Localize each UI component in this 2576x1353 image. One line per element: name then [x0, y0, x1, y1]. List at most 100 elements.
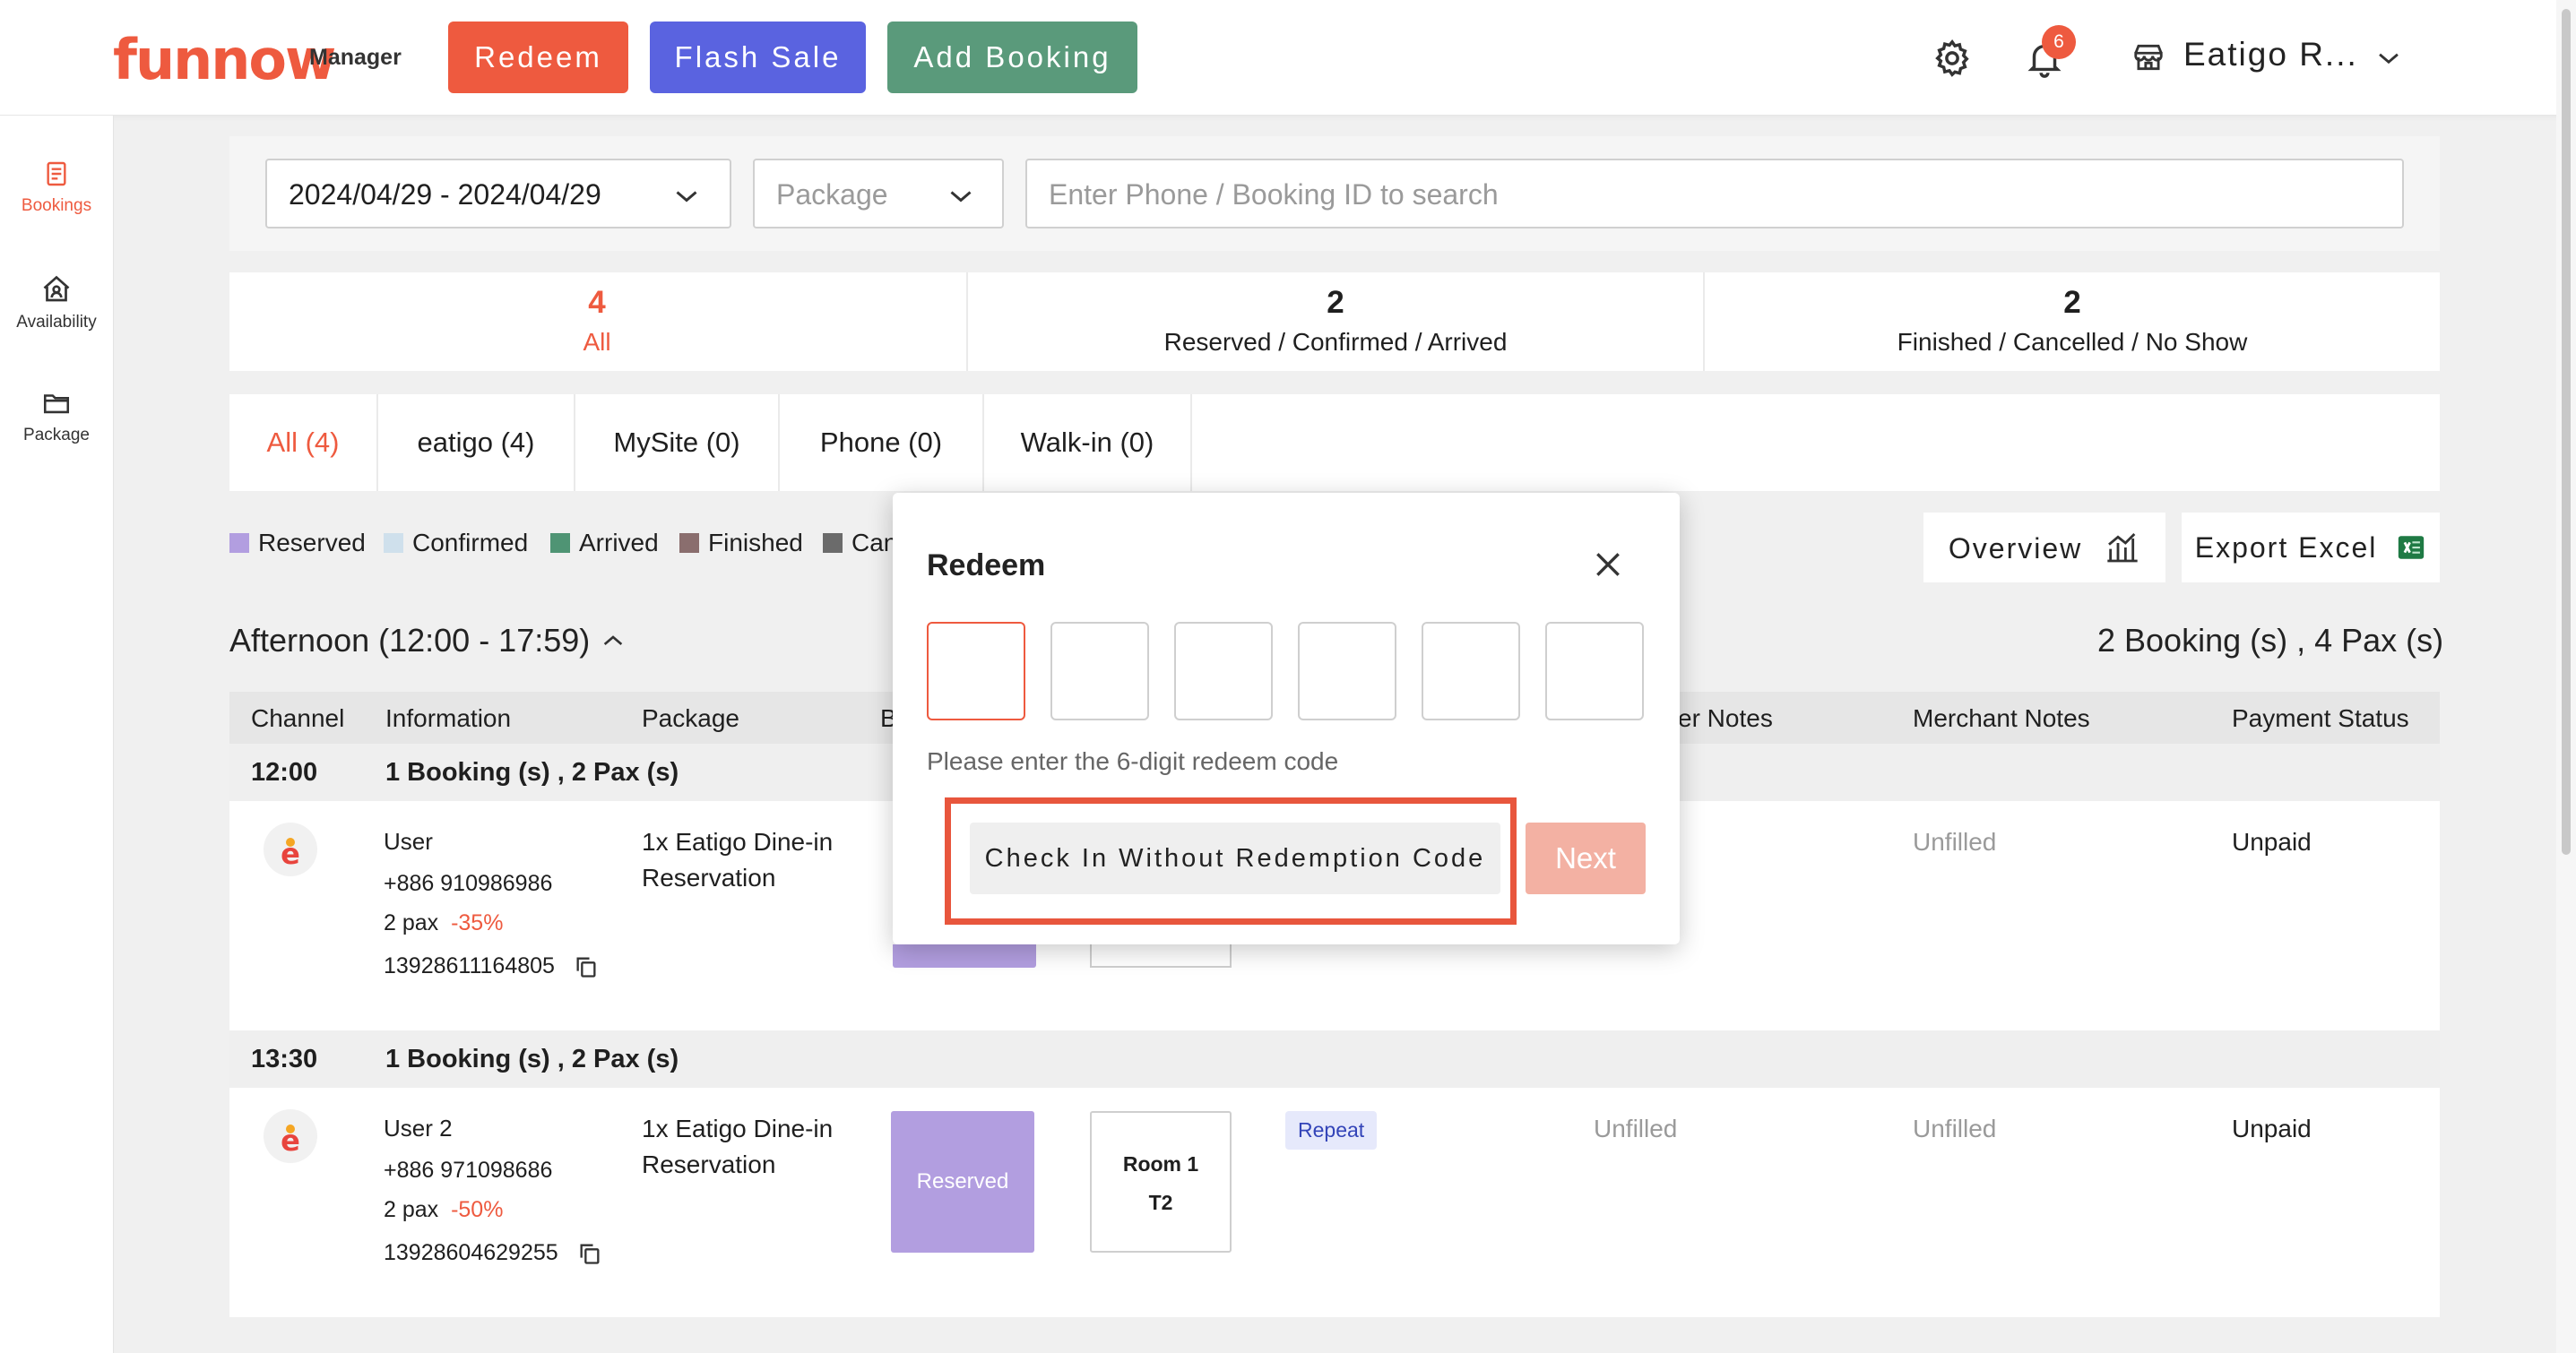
house-user-icon — [43, 275, 70, 302]
table-row[interactable]: e User 2 +886 971098686 2 pax -50% 13928… — [229, 1088, 2440, 1317]
customer-phone: +886 971098686 — [384, 1158, 553, 1183]
close-icon[interactable] — [1590, 547, 1626, 582]
tab-eatigo[interactable]: eatigo (4) — [378, 394, 575, 491]
redeem-button[interactable]: Redeem — [448, 22, 628, 93]
code-digit-5-input[interactable] — [1422, 622, 1520, 720]
sidebar-item-package[interactable]: Package — [0, 388, 113, 445]
overview-label: Overview — [1948, 532, 2083, 564]
pax-info: 2 pax -35% — [384, 910, 504, 935]
stat-reserved-confirmed-arrived[interactable]: 2 Reserved / Confirmed / Arrived — [968, 272, 1703, 371]
slot-summary: 1 Booking (s) , 2 Pax (s) — [385, 1045, 679, 1073]
customer-phone: +886 910986986 — [384, 871, 553, 896]
brand-logo[interactable]: funnow — [113, 27, 336, 92]
code-digit-3-input[interactable] — [1174, 622, 1273, 720]
package-name: 1x Eatigo Dine-in — [642, 828, 834, 856]
room-table-box[interactable]: Room 1 T2 — [1090, 1111, 1232, 1253]
package-name: 1x Eatigo Dine-in — [642, 1115, 834, 1142]
sidebar-item-label: Availability — [16, 313, 97, 332]
code-digit-2-input[interactable] — [1050, 622, 1149, 720]
export-excel-button[interactable]: Export Excel — [2182, 513, 2440, 582]
sidebar-item-bookings[interactable]: Bookings — [0, 159, 113, 216]
stat-all[interactable]: 4 All — [229, 272, 964, 371]
stat-label: Reserved / Confirmed / Arrived — [1163, 328, 1508, 356]
sidebar-item-availability[interactable]: Availability — [0, 273, 113, 332]
legend-finished: Finished — [679, 529, 803, 557]
column-header: Payment Status — [2232, 704, 2409, 732]
stat-count: 2 — [1327, 285, 1344, 320]
tab-mysite[interactable]: MySite (0) — [575, 394, 780, 491]
svg-text:e: e — [281, 837, 300, 871]
excel-icon — [2399, 535, 2425, 559]
code-digit-1-input[interactable] — [927, 622, 1025, 720]
slot-time: 12:00 — [251, 758, 318, 787]
chevron-up-icon[interactable] — [599, 626, 627, 655]
tab-all[interactable]: All (4) — [229, 394, 378, 491]
eatigo-channel-icon: e — [264, 823, 317, 876]
package-placeholder: Package — [776, 178, 888, 211]
booking-id: 13928604629255 — [384, 1240, 602, 1266]
slot-time: 13:30 — [251, 1045, 318, 1073]
search-input[interactable]: Enter Phone / Booking ID to search — [1025, 159, 2404, 228]
stat-count: 2 — [2063, 285, 2081, 320]
add-booking-button[interactable]: Add Booking — [887, 22, 1137, 93]
chevron-down-icon — [676, 191, 697, 203]
copy-icon[interactable] — [577, 1241, 602, 1266]
room-name: Room 1 — [1122, 1152, 1199, 1176]
section-title-text: Afternoon (12:00 - 17:59) — [229, 622, 591, 659]
next-button[interactable]: Next — [1526, 823, 1646, 894]
store-icon — [2134, 44, 2163, 71]
code-digit-6-input[interactable] — [1545, 622, 1644, 720]
stat-count: 4 — [588, 285, 606, 320]
legend-confirmed: Confirmed — [384, 529, 528, 557]
code-digit-4-input[interactable] — [1298, 622, 1396, 720]
payment-status: Unpaid — [2232, 1115, 2312, 1142]
tab-walk-in[interactable]: Walk-in (0) — [984, 394, 1192, 491]
room-table-box-partial[interactable] — [1090, 944, 1232, 968]
chevron-down-icon — [950, 191, 972, 203]
folder-icon — [43, 394, 70, 414]
date-range-value: 2024/04/29 - 2024/04/29 — [289, 178, 601, 211]
check-in-without-code-button[interactable]: Check In Without Redemption Code — [970, 823, 1500, 894]
discount: -50% — [451, 1197, 504, 1222]
copy-icon[interactable] — [574, 954, 599, 979]
document-icon — [47, 161, 66, 186]
top-bar: funnow Manager Redeem Flash Sale Add Boo… — [0, 0, 2576, 116]
package-name-line2: Reservation — [642, 864, 776, 892]
column-header: Merchant Notes — [1913, 704, 2090, 732]
svg-text:e: e — [281, 1124, 300, 1158]
time-slot-header: 13:30 1 Booking (s) , 2 Pax (s) — [229, 1030, 2440, 1088]
brand-subtitle: Manager — [309, 45, 402, 70]
flash-sale-button[interactable]: Flash Sale — [650, 22, 866, 93]
sidebar: Bookings Availability Package — [0, 116, 114, 1353]
store-name[interactable]: Eatigo R... — [2183, 36, 2358, 73]
booking-id: 13928611164805 — [384, 953, 599, 979]
customer-name: User 2 — [384, 1115, 453, 1142]
scrollbar-thumb[interactable] — [2562, 9, 2571, 855]
package-select[interactable]: Package — [753, 159, 1004, 228]
chevron-down-icon[interactable] — [2373, 43, 2404, 73]
status-badge[interactable]: Reserved — [891, 1111, 1034, 1253]
stat-finished-cancelled-noshow[interactable]: 2 Finished / Cancelled / No Show — [1705, 272, 2440, 371]
modal-title: Redeem — [927, 548, 1046, 582]
gear-icon[interactable] — [1932, 38, 1973, 79]
search-placeholder: Enter Phone / Booking ID to search — [1049, 178, 1499, 211]
tab-phone[interactable]: Phone (0) — [780, 394, 984, 491]
legend-reserved: Reserved — [229, 529, 366, 557]
customer-notes: Unfilled — [1594, 1115, 1678, 1142]
status-badge-partial[interactable] — [893, 944, 1036, 968]
section-summary: 2 Booking (s) , 4 Pax (s) — [2097, 622, 2444, 659]
column-header: Package — [642, 704, 739, 732]
bar-chart-icon — [2107, 532, 2138, 563]
column-header: er Notes — [1678, 704, 1773, 732]
payment-status: Unpaid — [2232, 828, 2312, 856]
sidebar-item-label: Package — [23, 426, 90, 444]
merchant-notes: Unfilled — [1913, 1115, 1997, 1142]
section-title[interactable]: Afternoon (12:00 - 17:59) — [229, 622, 627, 659]
stat-label: Finished / Cancelled / No Show — [1897, 328, 2248, 356]
legend-cancelled: Can — [823, 529, 897, 557]
overview-button[interactable]: Overview — [1923, 513, 2165, 582]
discount: -35% — [451, 910, 504, 935]
date-range-picker[interactable]: 2024/04/29 - 2024/04/29 — [265, 159, 731, 228]
filter-bar: 2024/04/29 - 2024/04/29 Package Enter Ph… — [229, 136, 2440, 251]
pax-info: 2 pax -50% — [384, 1197, 504, 1222]
